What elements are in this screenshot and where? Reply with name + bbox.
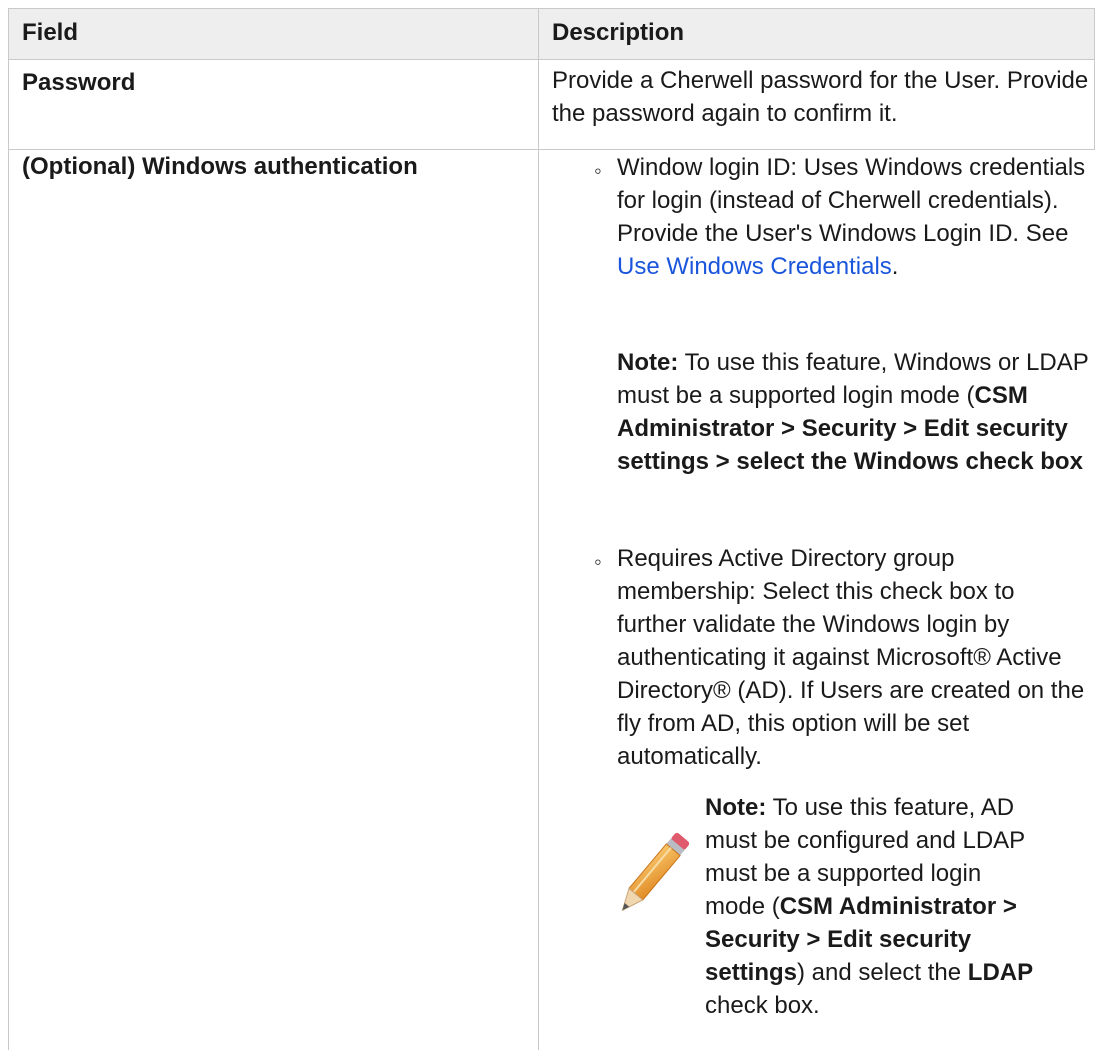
- link-trailing-period: .: [891, 253, 899, 280]
- row-password-description: Provide a Cherwell password for the User…: [552, 67, 1089, 127]
- header-field: Field: [22, 19, 79, 46]
- header-description: Description: [552, 19, 685, 46]
- bullet-marker: ◦: [594, 158, 602, 183]
- windows-login-id-item: Window login ID: Uses Windows credential…: [617, 151, 1097, 283]
- row-password-field: Password: [22, 69, 136, 96]
- column-divider: [538, 8, 539, 1050]
- pencil-icon: [621, 832, 690, 912]
- windows-login-id-text: Window login ID: Uses Windows credential…: [617, 154, 1086, 247]
- bullet-marker: ◦: [594, 549, 602, 574]
- note-label: Note:: [617, 349, 679, 376]
- windows-note: Note: To use this feature, Windows or LD…: [617, 346, 1092, 478]
- note-text: ) and select the: [797, 959, 968, 986]
- use-windows-credentials-link[interactable]: Use Windows Credentials: [617, 253, 892, 280]
- note-ldap: LDAP: [967, 959, 1034, 986]
- table-right-border: [1094, 8, 1095, 150]
- row-windows-auth-field: (Optional) Windows authentication: [22, 153, 418, 180]
- ad-group-membership-item: Requires Active Directory group membersh…: [617, 545, 1085, 770]
- table-top-border: [8, 8, 1094, 9]
- table-left-border: [8, 8, 9, 1050]
- note-label: Note:: [705, 794, 767, 821]
- header-divider: [8, 59, 1094, 60]
- note-text: check box.: [705, 992, 820, 1019]
- ad-note: Note: To use this feature, AD must be co…: [705, 791, 1045, 1022]
